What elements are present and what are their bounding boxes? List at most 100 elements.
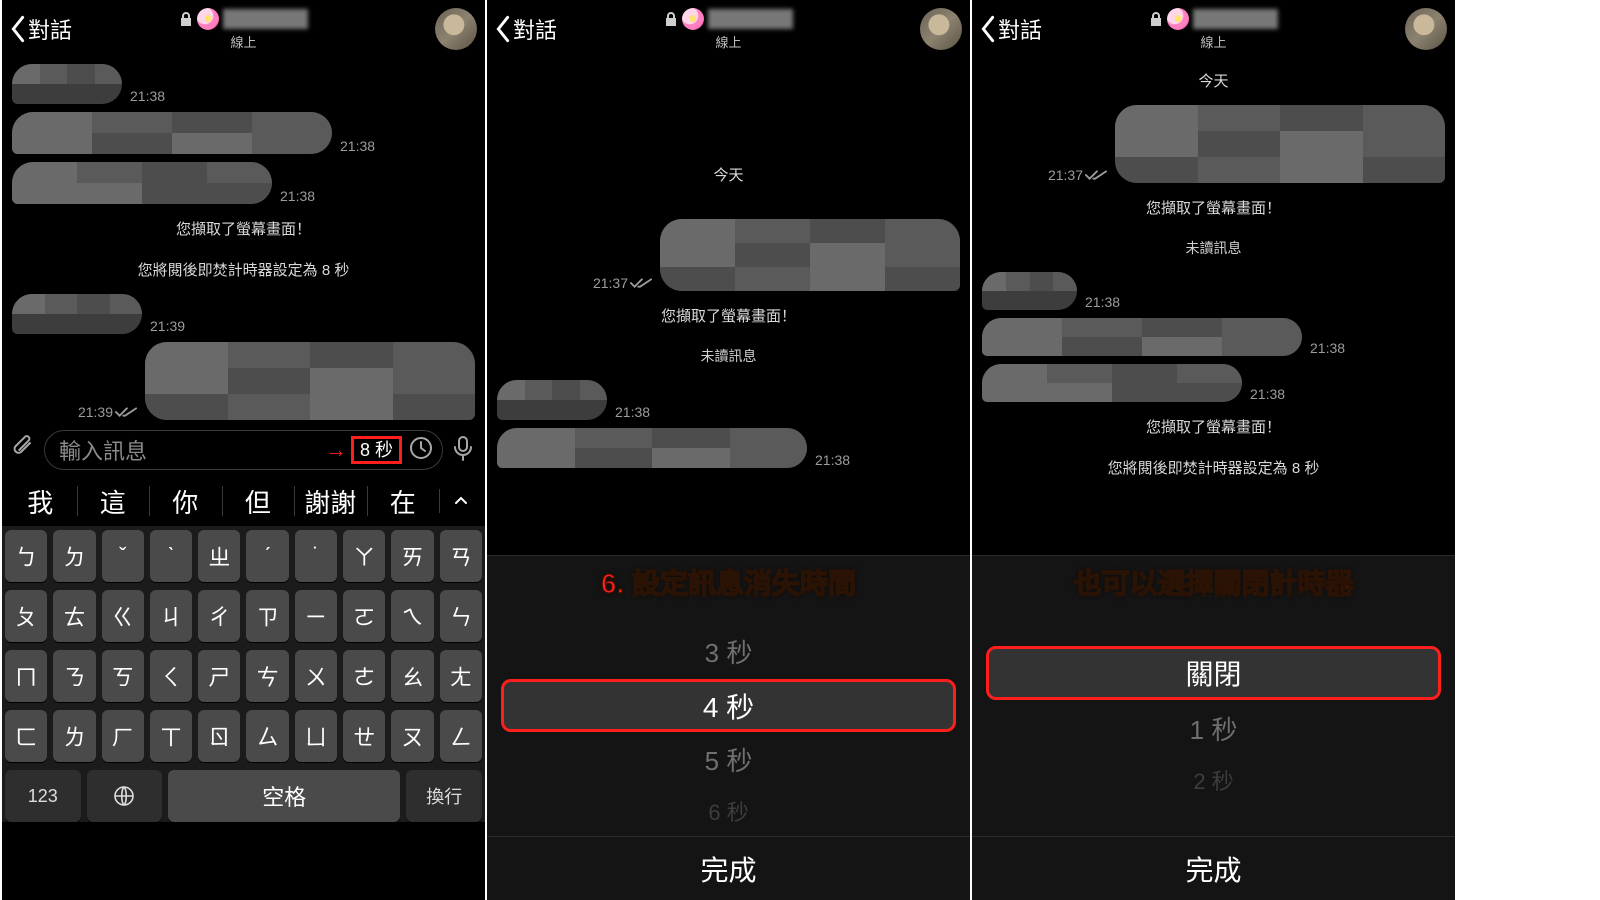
contact-status: 線上 (230, 32, 256, 51)
key[interactable]: ㄝ (343, 710, 385, 762)
key[interactable]: ㄢ (440, 530, 482, 582)
key[interactable]: ㄆ (5, 590, 47, 642)
key[interactable]: ㄏ (102, 710, 144, 762)
suggestion[interactable]: 謝謝 (294, 483, 367, 520)
avatar[interactable] (435, 8, 477, 50)
picker-option-selected[interactable]: 4 秒 (501, 679, 955, 732)
key[interactable]: ㄙ (246, 710, 288, 762)
key[interactable]: ㄐ (150, 590, 192, 642)
back-button[interactable]: 對話 (495, 13, 557, 45)
key[interactable]: ㄕ (198, 650, 240, 702)
picker-wheel[interactable]: 關閉 1 秒 2 秒 (972, 626, 1455, 836)
key[interactable]: ㄓ (198, 530, 240, 582)
read-receipt-icon (630, 275, 652, 291)
msg-time: 21:39 (78, 404, 113, 420)
key[interactable]: ㄔ (198, 590, 240, 642)
key[interactable]: ㄍ (102, 590, 144, 642)
key[interactable]: ㄚ (343, 530, 385, 582)
message-input-bar: 輸入訊息 → 8 秒 (2, 424, 485, 476)
picker-done-button[interactable]: 完成 (487, 836, 970, 900)
pane-1-chat-keyboard: 對話 線上 21:38 21:38 21:38 您擷取了螢幕畫面！ 您將閱後即焚… (0, 0, 485, 900)
key[interactable]: ㄇ (5, 650, 47, 702)
picker-option[interactable]: 5 秒 (487, 734, 970, 785)
picker-option[interactable]: 1 秒 (972, 702, 1455, 754)
zhuyin-keyboard: ㄅㄉˇˋㄓˊ˙ㄚㄞㄢ ㄆㄊㄍㄐㄔㄗㄧㄛㄟㄣ ㄇㄋㄎㄑㄕㄘㄨㄜㄠㄤ ㄈㄌㄏㄒㄖㄙㄩ… (2, 526, 485, 822)
key[interactable]: ㄗ (246, 590, 288, 642)
picker-option[interactable]: 3 秒 (487, 626, 970, 677)
kbd-row-2: ㄆㄊㄍㄐㄔㄗㄧㄛㄟㄣ (5, 590, 482, 642)
key[interactable]: ㄠ (391, 650, 433, 702)
duration-picker: 關閉 1 秒 2 秒 完成 (972, 555, 1455, 900)
chat-scroll[interactable]: 今天 21:37 您擷取了螢幕畫面！ 未讀訊息 21:38 21:38 (487, 58, 970, 468)
lock-icon (664, 11, 678, 27)
key[interactable]: ˙ (295, 530, 337, 582)
key-globe[interactable] (87, 770, 163, 822)
back-button[interactable]: 對話 (980, 13, 1042, 45)
chat-scroll[interactable]: 21:38 21:38 21:38 您擷取了螢幕畫面！ 您將閱後即焚計時器設定為… (2, 58, 485, 420)
picker-option[interactable]: 6 秒 (487, 785, 970, 836)
chat-header: 對話 線上 (487, 0, 970, 58)
key[interactable]: ㄩ (295, 710, 337, 762)
picker-wheel[interactable]: 3 秒 4 秒 5 秒 6 秒 (487, 626, 970, 836)
chevron-left-icon (10, 15, 26, 43)
key[interactable]: ㄋ (53, 650, 95, 702)
key[interactable]: ㄒ (150, 710, 192, 762)
key[interactable]: ㄈ (5, 710, 47, 762)
key[interactable]: ㄨ (295, 650, 337, 702)
msg-time: 21:39 (150, 318, 185, 334)
flower-icon (682, 8, 704, 30)
key[interactable]: ㄟ (391, 590, 433, 642)
msg-time: 21:38 (280, 188, 315, 204)
key[interactable]: ㄥ (440, 710, 482, 762)
suggestion-expand-icon[interactable] (439, 486, 483, 517)
key[interactable]: ㄜ (343, 650, 385, 702)
suggestion[interactable]: 我 (4, 483, 77, 520)
kbd-row-1: ㄅㄉˇˋㄓˊ˙ㄚㄞㄢ (5, 530, 482, 582)
unread-separator: 未讀訊息 (497, 346, 960, 366)
key[interactable]: ˊ (246, 530, 288, 582)
keyboard-suggestions: 我 這 你 但 謝謝 在 (2, 476, 485, 526)
avatar[interactable] (920, 8, 962, 50)
suggestion[interactable]: 但 (222, 483, 295, 520)
key[interactable]: ㄞ (391, 530, 433, 582)
chat-scroll[interactable]: 今天 21:37 您擷取了螢幕畫面！ 未讀訊息 21:38 21:38 21:3… (972, 58, 1455, 484)
read-receipt-icon (1085, 167, 1107, 183)
key[interactable]: ㄅ (5, 530, 47, 582)
picker-option-selected[interactable]: 關閉 (986, 646, 1440, 700)
picker-done-button[interactable]: 完成 (972, 836, 1455, 900)
key[interactable]: ㄧ (295, 590, 337, 642)
picker-option[interactable]: 2 秒 (972, 754, 1455, 806)
message-input[interactable]: 輸入訊息 → 8 秒 (44, 430, 443, 470)
key[interactable]: ㄖ (198, 710, 240, 762)
key[interactable]: ㄤ (440, 650, 482, 702)
key[interactable]: ㄑ (150, 650, 192, 702)
burn-timer-indicator[interactable]: 8 秒 (351, 436, 402, 464)
suggestion[interactable]: 在 (367, 483, 440, 520)
key[interactable]: ㄘ (246, 650, 288, 702)
key[interactable]: ㄣ (440, 590, 482, 642)
suggestion[interactable]: 這 (77, 483, 150, 520)
key[interactable]: ㄡ (391, 710, 433, 762)
pane-2-timer-picker: 對話 線上 今天 21:37 您擷取了螢幕畫面！ 未讀訊息 21:38 21:3… (485, 0, 970, 900)
key-enter[interactable]: 換行 (406, 770, 482, 822)
key[interactable]: ㄎ (102, 650, 144, 702)
key[interactable]: ㄛ (343, 590, 385, 642)
pane-3-timer-off: 對話 線上 今天 21:37 您擷取了螢幕畫面！ 未讀訊息 21:38 21:3… (970, 0, 1455, 900)
key[interactable]: ˇ (102, 530, 144, 582)
key[interactable]: ㄊ (53, 590, 95, 642)
back-button[interactable]: 對話 (10, 13, 72, 45)
suggestion[interactable]: 你 (149, 483, 222, 520)
duration-picker: 3 秒 4 秒 5 秒 6 秒 完成 (487, 555, 970, 900)
mic-icon[interactable] (449, 434, 477, 467)
attach-icon[interactable] (10, 434, 38, 467)
key-123[interactable]: 123 (5, 770, 81, 822)
system-timer-notice: 您將閱後即焚計時器設定為 8 秒 (12, 259, 475, 280)
key[interactable]: ㄉ (53, 530, 95, 582)
flower-icon (1167, 8, 1189, 30)
clock-icon[interactable] (402, 435, 434, 466)
key-space[interactable]: 空格 (168, 770, 400, 822)
contact-name-redacted (708, 9, 793, 29)
key[interactable]: ˋ (150, 530, 192, 582)
avatar[interactable] (1405, 8, 1447, 50)
key[interactable]: ㄌ (53, 710, 95, 762)
